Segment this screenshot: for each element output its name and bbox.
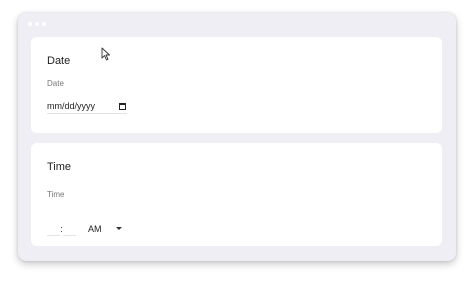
hour-field[interactable]	[47, 221, 60, 236]
date-field-label: Date	[47, 79, 64, 88]
window-dot[interactable]	[28, 22, 32, 26]
window-dot[interactable]	[42, 22, 46, 26]
chevron-down-icon[interactable]	[115, 227, 122, 230]
calendar-icon[interactable]	[119, 102, 126, 110]
ampm-value[interactable]: AM	[88, 224, 102, 234]
time-section-title: Time	[47, 161, 72, 173]
time-card: Time Time : AM	[31, 143, 442, 246]
window-dot[interactable]	[35, 22, 39, 26]
date-placeholder: mm/dd/yyyy	[47, 101, 96, 111]
minute-field[interactable]	[63, 221, 76, 236]
date-input[interactable]: mm/dd/yyyy	[47, 99, 127, 114]
time-field-label: Time	[47, 190, 65, 199]
date-section-title: Date	[47, 55, 71, 67]
mouse-cursor-icon	[101, 47, 110, 61]
date-card: Date Date mm/dd/yyyy	[31, 37, 442, 133]
time-input[interactable]: : AM	[47, 221, 122, 236]
app-window: Date Date mm/dd/yyyy Time Time : AM	[18, 13, 456, 261]
window-controls	[28, 22, 46, 26]
